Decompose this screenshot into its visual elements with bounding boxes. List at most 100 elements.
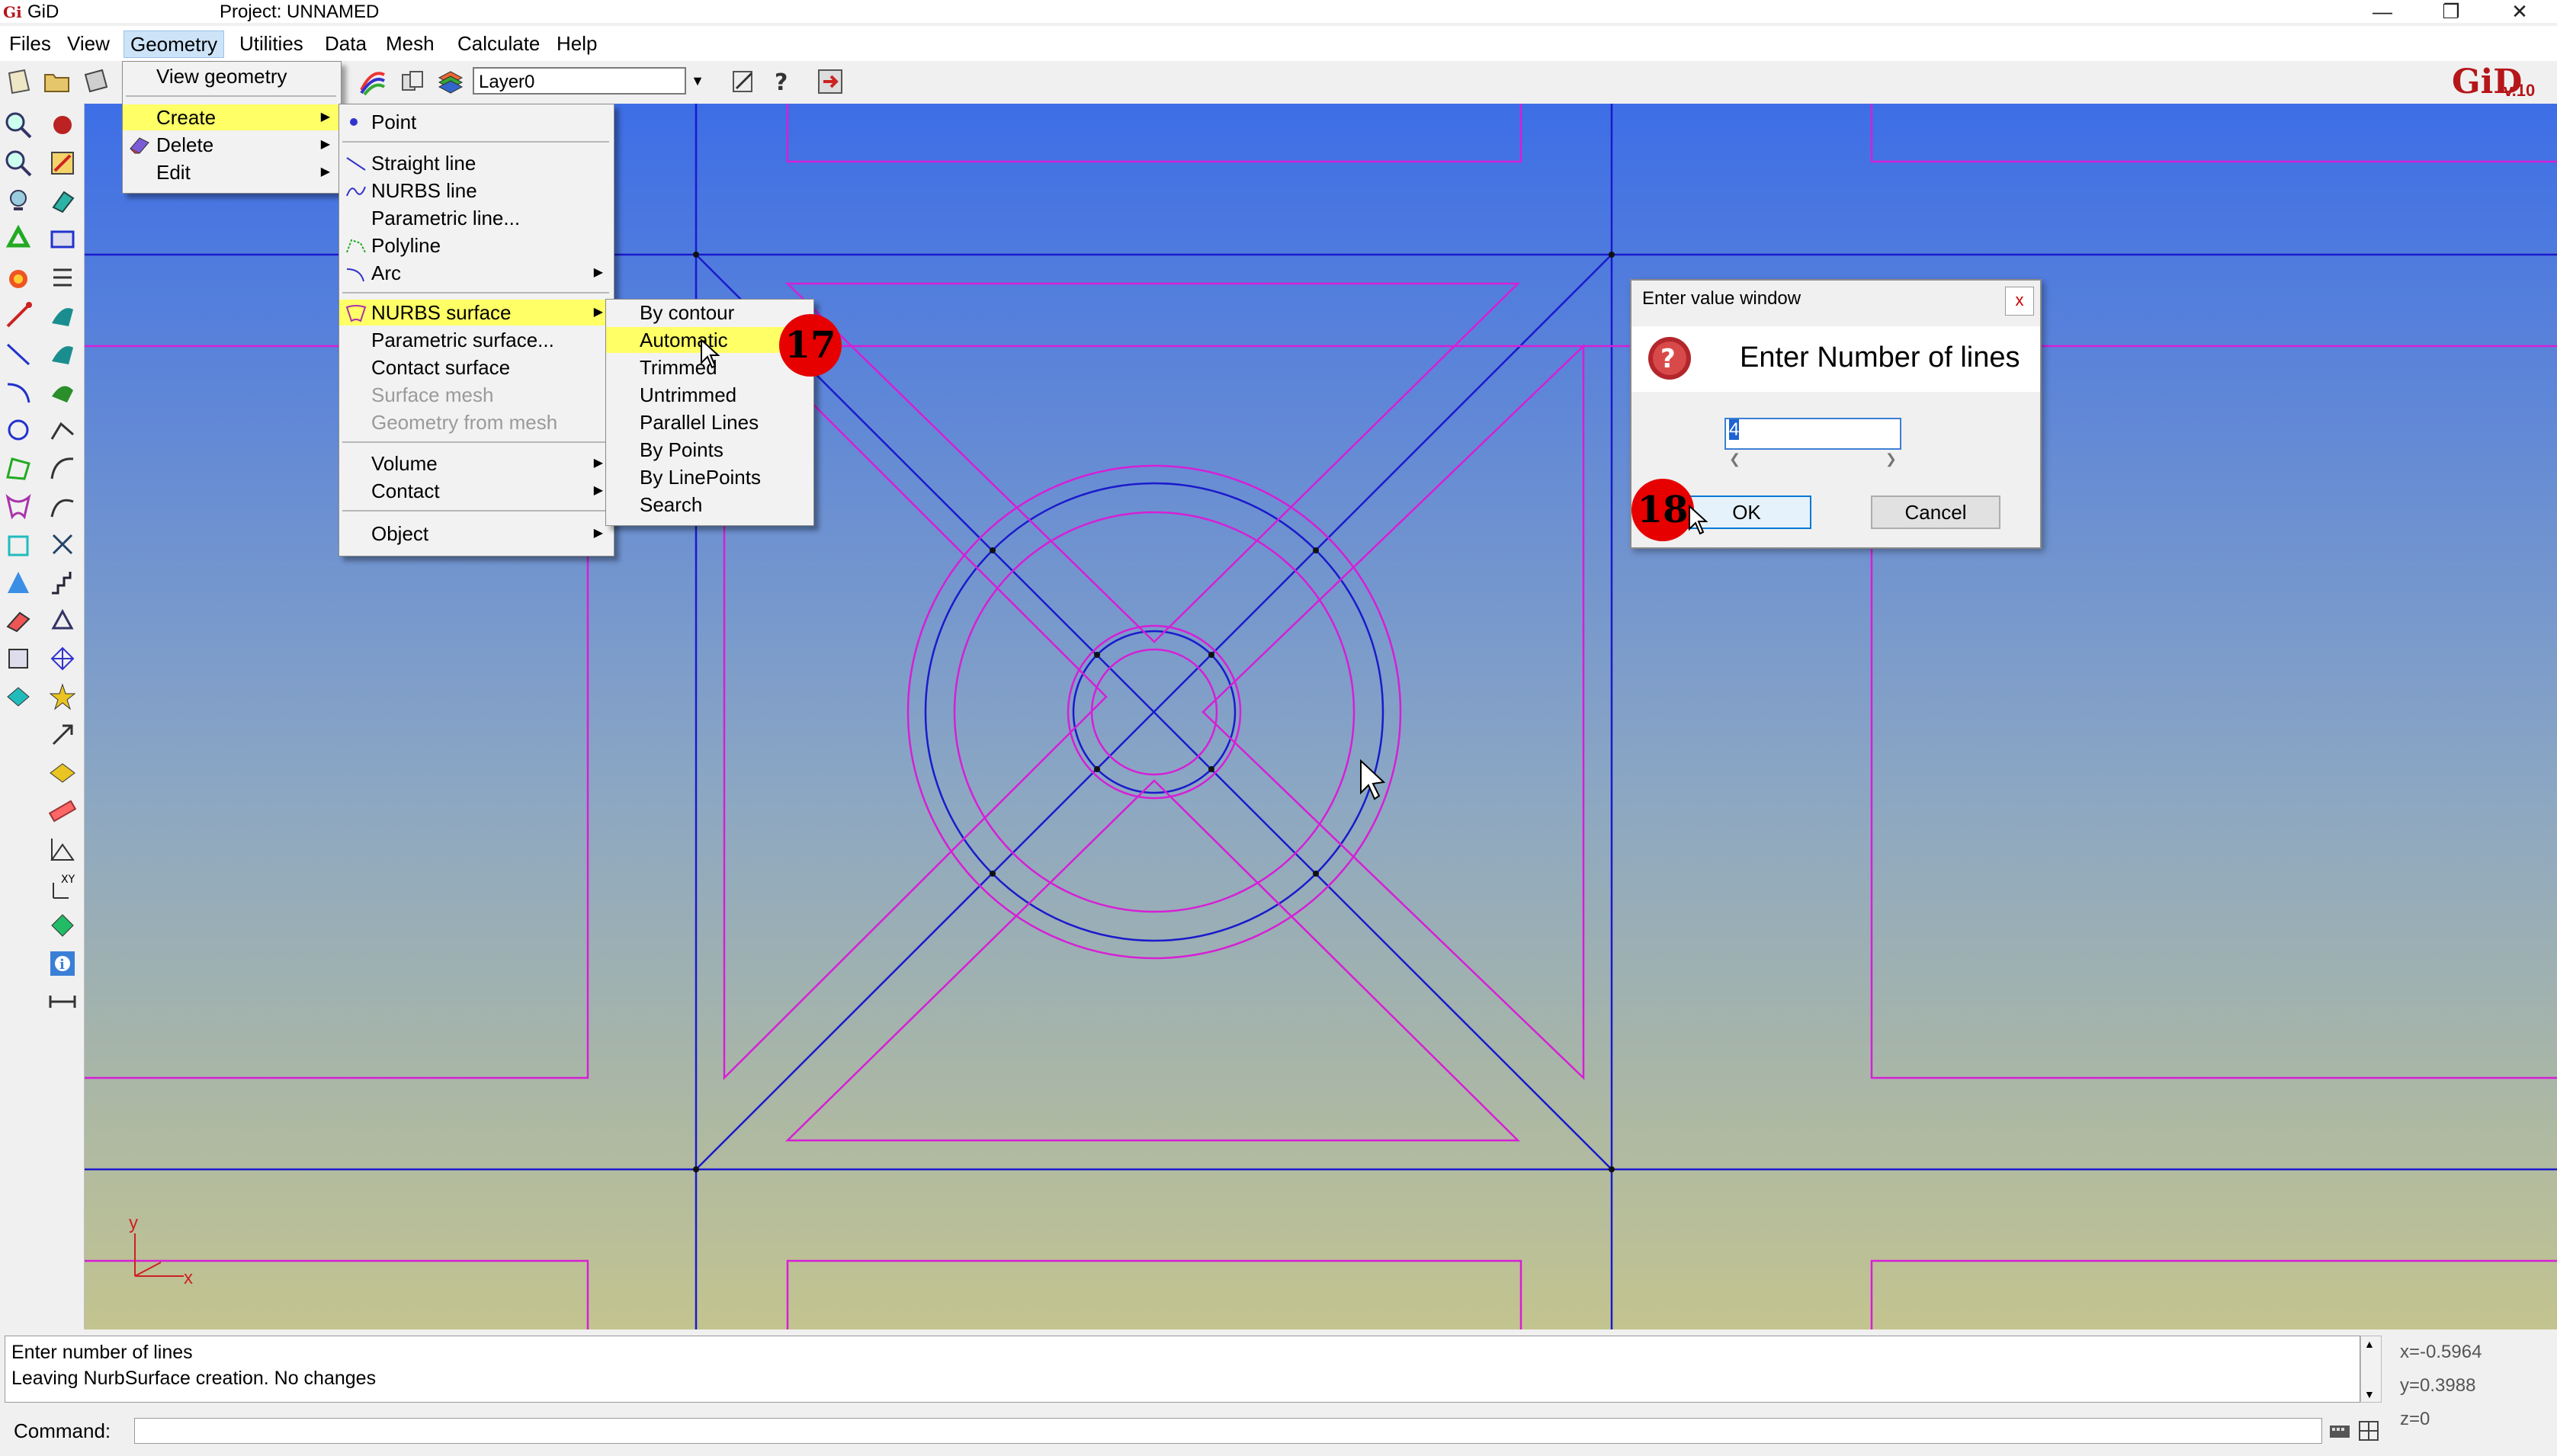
ruler-icon[interactable] bbox=[47, 796, 78, 826]
menu-files[interactable]: Files bbox=[3, 30, 57, 56]
polygon-tool-icon[interactable] bbox=[3, 453, 34, 483]
box-tool-icon[interactable] bbox=[3, 529, 34, 560]
curve-tool-icon[interactable] bbox=[47, 453, 78, 483]
menu-edit[interactable]: Edit ▶ bbox=[123, 159, 341, 185]
new-file-icon[interactable] bbox=[5, 67, 34, 96]
measure-icon[interactable] bbox=[3, 643, 34, 674]
menu-contact[interactable]: Contact ▶ bbox=[339, 478, 614, 504]
menu-by-contour[interactable]: By contour bbox=[606, 300, 813, 326]
chevron-down-icon[interactable]: ▼ bbox=[686, 67, 709, 95]
copy-icon[interactable] bbox=[398, 67, 427, 96]
arc-tool-icon[interactable] bbox=[3, 377, 34, 407]
render-icon[interactable] bbox=[358, 67, 387, 96]
scroll-down-icon[interactable]: ▼ bbox=[2364, 1388, 2375, 1400]
xy-axes-icon[interactable]: XY bbox=[47, 872, 78, 903]
prism-icon[interactable] bbox=[3, 567, 34, 598]
patch-tool-icon[interactable] bbox=[3, 491, 34, 521]
move-tool-icon[interactable] bbox=[47, 605, 78, 636]
input-scrollbar[interactable]: ❮ ❯ bbox=[1724, 451, 1901, 471]
menu-nurbs-surface[interactable]: NURBS surface ▶ bbox=[339, 300, 614, 326]
point-tool-icon[interactable] bbox=[3, 300, 34, 331]
layers-icon[interactable] bbox=[436, 67, 465, 96]
scroll-up-icon[interactable]: ▲ bbox=[2364, 1338, 2375, 1350]
circle-tool-icon[interactable] bbox=[3, 415, 34, 445]
zoom-out-icon[interactable] bbox=[3, 148, 34, 178]
volume-tool-icon[interactable] bbox=[47, 377, 78, 407]
menu-parametric-line[interactable]: Parametric line... bbox=[339, 205, 614, 231]
menu-by-points[interactable]: By Points bbox=[606, 437, 813, 463]
zoom-in-icon[interactable] bbox=[3, 110, 34, 140]
number-of-lines-input[interactable]: 4 bbox=[1724, 418, 1901, 450]
menu-mesh[interactable]: Mesh bbox=[380, 30, 441, 56]
command-input[interactable] bbox=[134, 1418, 2322, 1444]
menu-straight-line[interactable]: Straight line bbox=[339, 150, 614, 176]
menu-parametric-surface[interactable]: Parametric surface... bbox=[339, 327, 614, 353]
menu-contact-surface[interactable]: Contact surface bbox=[339, 354, 614, 380]
keyboard-icon[interactable] bbox=[2328, 1419, 2351, 1442]
close-window-button[interactable]: ✕ bbox=[2485, 0, 2554, 23]
menu-by-linepoints[interactable]: By LinePoints bbox=[606, 464, 813, 490]
scissors-icon[interactable] bbox=[47, 529, 78, 560]
list-entities-icon[interactable] bbox=[47, 262, 78, 293]
diamond-tool-icon[interactable] bbox=[47, 910, 78, 941]
layer-select[interactable]: Layer0 bbox=[473, 67, 686, 95]
menu-parallel-lines[interactable]: Parallel Lines bbox=[606, 409, 813, 435]
pencil-icon[interactable] bbox=[47, 148, 78, 178]
copy-entities-icon[interactable] bbox=[3, 681, 34, 712]
stairs-icon[interactable] bbox=[47, 567, 78, 598]
info-icon[interactable]: i bbox=[47, 948, 78, 979]
sphere-icon[interactable] bbox=[47, 110, 78, 140]
menu-view-geometry[interactable]: View geometry bbox=[123, 63, 341, 89]
menu-untrimmed[interactable]: Untrimmed bbox=[606, 382, 813, 408]
menu-create[interactable]: Create ▶ bbox=[123, 104, 341, 130]
menu-calculate[interactable]: Calculate bbox=[451, 30, 546, 56]
menu-label: Volume bbox=[371, 452, 438, 475]
star-tool-icon[interactable] bbox=[47, 681, 78, 712]
recycle-icon[interactable] bbox=[3, 224, 34, 255]
menu-bar: Files View Geometry Utilities Data Mesh … bbox=[0, 26, 2557, 61]
save-icon[interactable] bbox=[81, 67, 110, 96]
scale-tool-icon[interactable] bbox=[47, 720, 78, 750]
menu-label: Parametric line... bbox=[371, 207, 521, 229]
menu-delete[interactable]: Delete ▶ bbox=[123, 132, 341, 158]
message-scrollbar[interactable]: ▲ ▼ bbox=[2360, 1336, 2382, 1403]
menu-point[interactable]: Point bbox=[339, 109, 614, 135]
menu-object[interactable]: Object ▶ bbox=[339, 521, 614, 547]
polyline-tool-icon[interactable] bbox=[47, 415, 78, 445]
minimize-button[interactable]: — bbox=[2348, 0, 2417, 23]
restore-button[interactable]: ❐ bbox=[2417, 0, 2485, 23]
help-question-icon[interactable]: ? bbox=[767, 67, 796, 96]
nurbs-line-icon bbox=[346, 186, 366, 197]
menu-geometry[interactable]: Geometry bbox=[124, 30, 225, 58]
exit-icon[interactable] bbox=[816, 67, 845, 96]
menu-utilities[interactable]: Utilities bbox=[233, 30, 310, 56]
menu-data[interactable]: Data bbox=[319, 30, 373, 56]
spline-tool-icon[interactable] bbox=[47, 491, 78, 521]
pan-icon[interactable] bbox=[3, 186, 34, 216]
nurbs-surface-tool-icon[interactable] bbox=[47, 338, 78, 369]
fire-icon[interactable] bbox=[3, 262, 34, 293]
menu-polyline[interactable]: Polyline bbox=[339, 233, 614, 258]
menu-volume[interactable]: Volume ▶ bbox=[339, 451, 614, 476]
grid-icon[interactable] bbox=[2357, 1419, 2380, 1442]
symmetry-tool-icon[interactable] bbox=[47, 758, 78, 788]
dimension-icon[interactable] bbox=[47, 986, 78, 1017]
edit-drawing-icon[interactable] bbox=[729, 67, 758, 96]
eraser-icon[interactable] bbox=[47, 186, 78, 216]
cancel-button[interactable]: Cancel bbox=[1871, 495, 2000, 529]
triangle-measure-icon[interactable] bbox=[47, 834, 78, 864]
chevron-right-icon: ▶ bbox=[320, 111, 330, 123]
menu-search[interactable]: Search bbox=[606, 492, 813, 518]
menu-arc[interactable]: Arc ▶ bbox=[339, 260, 614, 286]
menu-nurbs-line[interactable]: NURBS line bbox=[339, 178, 614, 204]
mesh-tool-icon[interactable] bbox=[47, 643, 78, 674]
eraser-tool-icon[interactable] bbox=[3, 605, 34, 636]
dialog-close-button[interactable]: x bbox=[2005, 287, 2034, 316]
rectangle-select-icon[interactable] bbox=[47, 224, 78, 255]
menu-view[interactable]: View bbox=[61, 30, 116, 56]
step-badge-17: 17 bbox=[779, 314, 842, 377]
surface-tool-icon[interactable] bbox=[47, 300, 78, 331]
open-folder-icon[interactable] bbox=[43, 67, 72, 96]
line-tool-icon[interactable] bbox=[3, 338, 34, 369]
menu-help[interactable]: Help bbox=[550, 30, 603, 56]
